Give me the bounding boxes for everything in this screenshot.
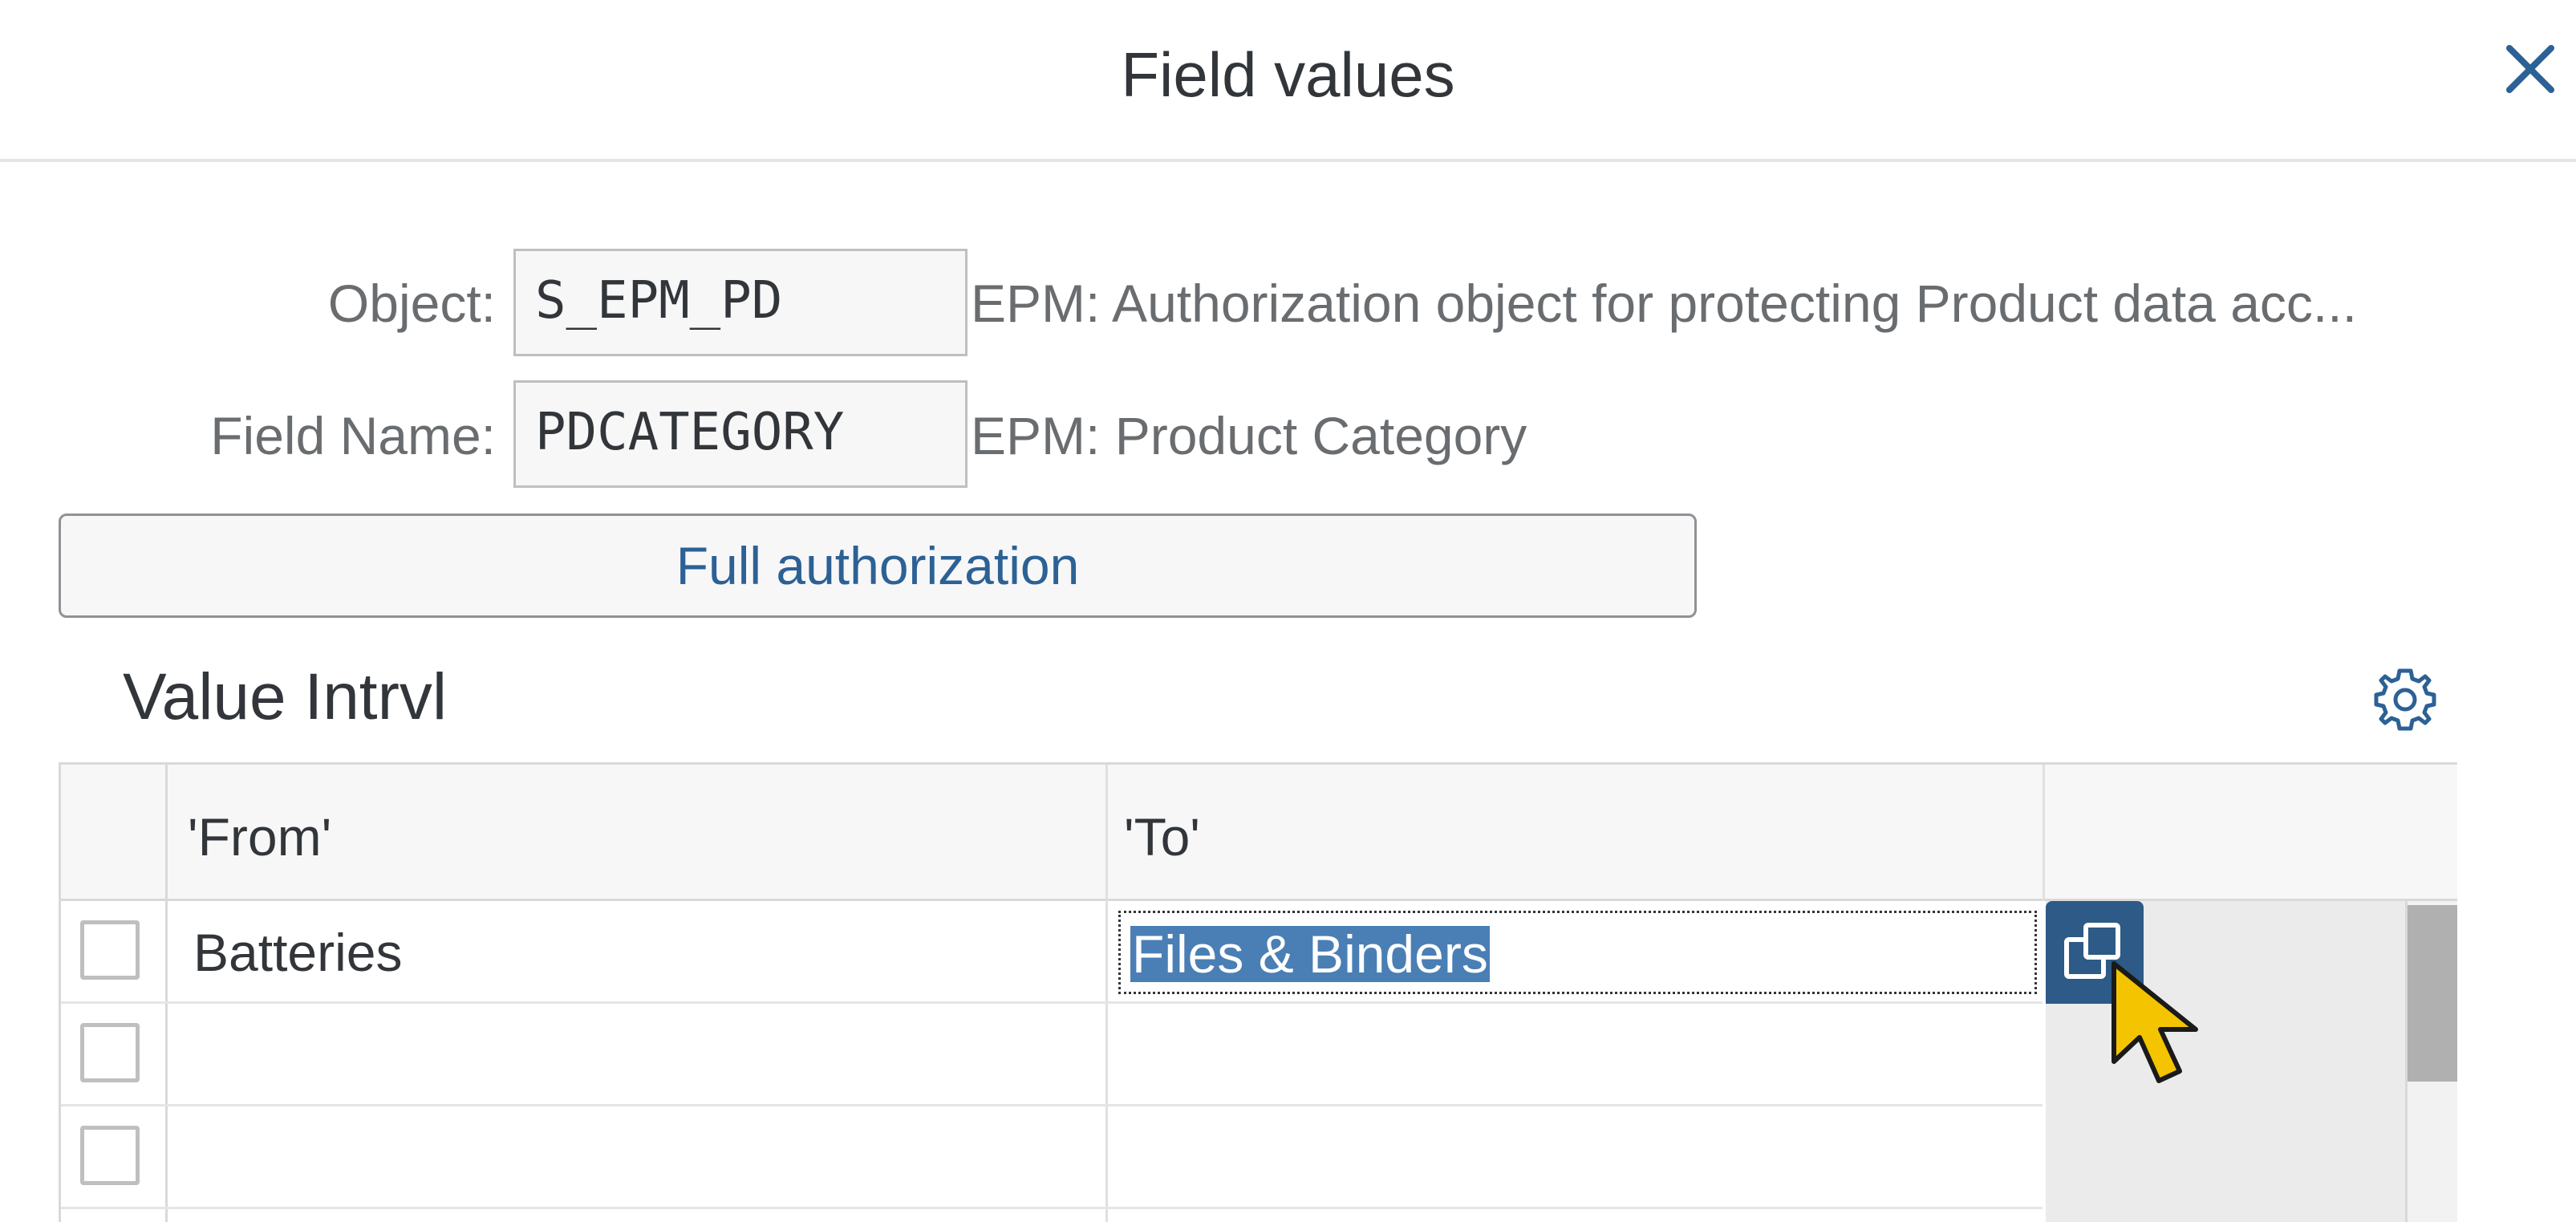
row-checkbox[interactable] — [80, 1126, 140, 1185]
field-name-field[interactable]: PDCATEGORY — [513, 380, 968, 488]
field-name-description: EPM: Product Category — [971, 406, 1527, 465]
to-cell-selected-text: Files & Binders — [1130, 924, 1490, 984]
column-header-to[interactable]: 'To' — [1124, 806, 1200, 867]
section-title: Value Intrvl — [123, 660, 448, 733]
column-separator — [2043, 765, 2045, 901]
table-row — [61, 1004, 2043, 1106]
gear-icon — [2374, 668, 2436, 731]
column-header-from[interactable]: 'From' — [188, 806, 331, 867]
row-checkbox[interactable] — [80, 1023, 140, 1082]
to-cell-input[interactable]: Files & Binders — [1118, 911, 2037, 994]
settings-button[interactable] — [2371, 666, 2439, 733]
field-name-label: Field Name: — [210, 406, 496, 465]
dialog-header: Field values — [0, 0, 2576, 162]
object-field[interactable]: S_EPM_PD — [513, 249, 968, 356]
table-row — [61, 1106, 2043, 1209]
value-help-icon — [2064, 923, 2120, 979]
object-description: EPM: Authorization object for protecting… — [971, 274, 2357, 333]
value-help-button[interactable] — [2046, 901, 2144, 1004]
close-icon — [2506, 45, 2554, 93]
table-header: 'From' 'To' — [61, 765, 2457, 901]
row-checkbox[interactable] — [80, 920, 140, 980]
scrollbar-thumb[interactable] — [2408, 905, 2457, 1082]
close-button[interactable] — [2503, 42, 2575, 122]
value-interval-table: 'From' 'To' Batteries Files & Binders — [59, 762, 2457, 1222]
object-label: Object: — [327, 274, 496, 333]
full-authorization-button[interactable]: Full authorization — [59, 514, 1697, 618]
dialog-title: Field values — [1121, 39, 1455, 110]
table-row: Batteries Files & Binders — [61, 901, 2043, 1004]
from-cell[interactable]: Batteries — [193, 922, 402, 983]
